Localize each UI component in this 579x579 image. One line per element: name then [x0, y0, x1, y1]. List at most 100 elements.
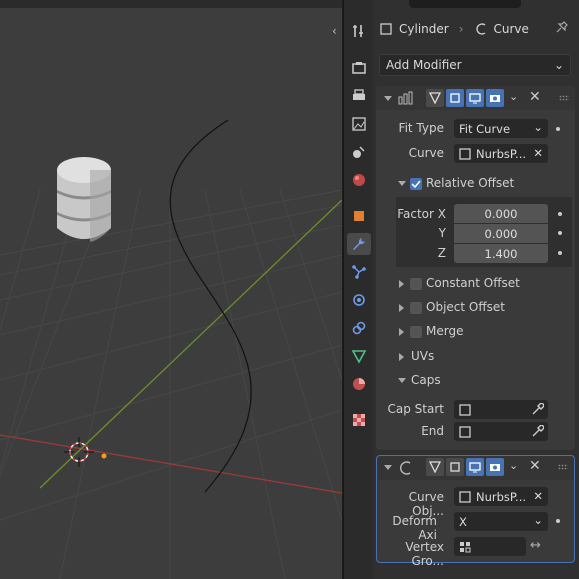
factor-z-label: Z	[437, 246, 446, 260]
drag-grip-icon[interactable]	[558, 464, 568, 470]
x-axis-line	[0, 434, 342, 494]
scene-icon[interactable]	[347, 141, 371, 163]
uvs-expand-icon[interactable]	[399, 353, 404, 361]
breadcrumb-separator: ›	[458, 22, 464, 36]
vertex-group-label: Vertex Gro...	[405, 540, 444, 568]
add-modifier-label: Add Modifier	[386, 58, 462, 72]
context-breadcrumb: Cylinder › Curve	[379, 17, 573, 41]
texture-icon[interactable]	[347, 409, 371, 431]
chevron-down-icon[interactable]: ⌄	[509, 459, 518, 472]
cylinder-object	[57, 157, 111, 242]
caps-expand-icon[interactable]	[398, 378, 406, 383]
render-camera-icon[interactable]	[486, 458, 504, 476]
chevron-down-icon: ⌄	[553, 58, 564, 72]
edit-mode-toggle-icon[interactable]	[426, 458, 444, 476]
eyedropper-icon[interactable]	[531, 403, 544, 416]
end-label: End	[421, 424, 444, 438]
deform-axis-value: X	[459, 514, 467, 529]
properties-search-field[interactable]	[409, 0, 521, 8]
keyframe-dot[interactable]	[558, 212, 562, 216]
object-icon[interactable]	[347, 205, 371, 227]
close-icon[interactable]: ✕	[529, 89, 541, 105]
keyframe-dot[interactable]	[556, 519, 560, 523]
merge-expand-icon[interactable]	[399, 328, 404, 336]
object-offset-checkbox[interactable]	[410, 302, 422, 314]
array-modifier-header[interactable]: ⌄ ✕	[376, 86, 575, 110]
material-icon[interactable]	[347, 373, 371, 395]
chevron-down-icon: ⌄	[533, 513, 543, 527]
keyframe-dot[interactable]	[558, 251, 562, 255]
sidebar-collapse-icon[interactable]: ‹	[332, 24, 337, 38]
cage-toggle-icon[interactable]	[446, 458, 464, 476]
3d-viewport[interactable]: ‹	[0, 0, 342, 579]
viewport-header[interactable]	[0, 0, 342, 8]
curve-modifier-header[interactable]: ⌄ ✕	[377, 456, 574, 480]
keyframe-dot[interactable]	[558, 231, 562, 235]
constant-offset-checkbox[interactable]	[410, 278, 422, 290]
tool-icon[interactable]	[347, 20, 371, 42]
pin-icon[interactable]	[555, 20, 569, 34]
render-icon[interactable]	[347, 57, 371, 79]
collapse-arrow-icon[interactable]	[384, 465, 392, 470]
array-modifier-icon	[398, 91, 413, 105]
particles-icon[interactable]	[347, 261, 371, 283]
invert-arrows-icon[interactable]: ↔	[530, 538, 541, 553]
deform-axis-label: Deform Axi	[392, 514, 437, 542]
fit-type-dropdown[interactable]: Fit Curve ⌄	[454, 119, 548, 138]
constant-offset-expand-icon[interactable]	[399, 280, 404, 288]
factor-y-field[interactable]: 0.000	[454, 224, 548, 243]
cap-start-label: Cap Start	[387, 402, 444, 416]
curve-modifier-icon	[400, 461, 411, 475]
keyframe-dot[interactable]	[556, 127, 560, 131]
factor-x-field[interactable]: 0.000	[454, 204, 548, 223]
object-icon	[459, 425, 471, 438]
breadcrumb-object: Cylinder	[399, 22, 449, 36]
close-icon[interactable]: ✕	[529, 458, 541, 474]
merge-checkbox[interactable]	[410, 326, 422, 338]
nurbs-curve	[169, 119, 252, 493]
curve-label: Curve	[408, 146, 444, 160]
view-layer-icon[interactable]	[347, 113, 371, 135]
relative-offset-checkbox[interactable]	[410, 178, 422, 190]
caps-label: Caps	[411, 373, 441, 387]
clear-icon[interactable]: ✕	[533, 489, 543, 503]
curve-object-field[interactable]: NurbsP... ✕	[454, 487, 548, 506]
cage-toggle-icon[interactable]	[446, 89, 464, 107]
cap-end-field[interactable]	[454, 422, 548, 441]
deform-axis-dropdown[interactable]: X ⌄	[454, 512, 548, 531]
constraints-icon[interactable]	[347, 317, 371, 339]
collapse-arrow-icon[interactable]	[384, 96, 392, 101]
properties-tab-bar	[343, 0, 373, 579]
factor-z-field[interactable]: 1.400	[454, 244, 548, 263]
object-icon	[459, 403, 471, 416]
viewport-display-icon[interactable]	[466, 89, 484, 107]
physics-icon[interactable]	[347, 289, 371, 311]
curve-object-field[interactable]: NurbsP... ✕	[454, 144, 548, 163]
drag-grip-icon[interactable]	[559, 95, 569, 101]
world-icon[interactable]	[347, 169, 371, 191]
relative-offset-expand-icon[interactable]	[398, 181, 406, 186]
object-icon	[380, 23, 392, 35]
object-offset-expand-icon[interactable]	[399, 304, 404, 312]
cap-start-field[interactable]	[454, 400, 548, 419]
modifier-wrench-icon[interactable]	[347, 233, 371, 255]
eyedropper-icon[interactable]	[531, 425, 544, 438]
curve-object-value: NurbsP...	[476, 489, 527, 504]
add-modifier-dropdown[interactable]: Add Modifier ⌄	[379, 54, 571, 76]
render-camera-icon[interactable]	[486, 89, 504, 107]
object-data-icon[interactable]	[347, 345, 371, 367]
curve-modifier-icon	[475, 23, 485, 35]
output-icon[interactable]	[347, 85, 371, 107]
curve-modifier-panel: ⌄ ✕ Curve Obj... NurbsP... ✕ Deform Axi …	[376, 455, 575, 568]
chevron-down-icon[interactable]: ⌄	[509, 90, 518, 103]
curve-object-value: NurbsP...	[476, 146, 527, 161]
object-offset-label: Object Offset	[426, 300, 505, 314]
breadcrumb-modifier: Curve	[493, 22, 529, 36]
clear-icon[interactable]: ✕	[533, 146, 543, 160]
viewport-grid	[0, 119, 342, 579]
viewport-display-icon[interactable]	[466, 458, 484, 476]
uvs-label: UVs	[411, 349, 435, 363]
vertex-group-field[interactable]	[454, 537, 526, 556]
object-icon	[459, 147, 471, 160]
edit-mode-toggle-icon[interactable]	[426, 89, 444, 107]
